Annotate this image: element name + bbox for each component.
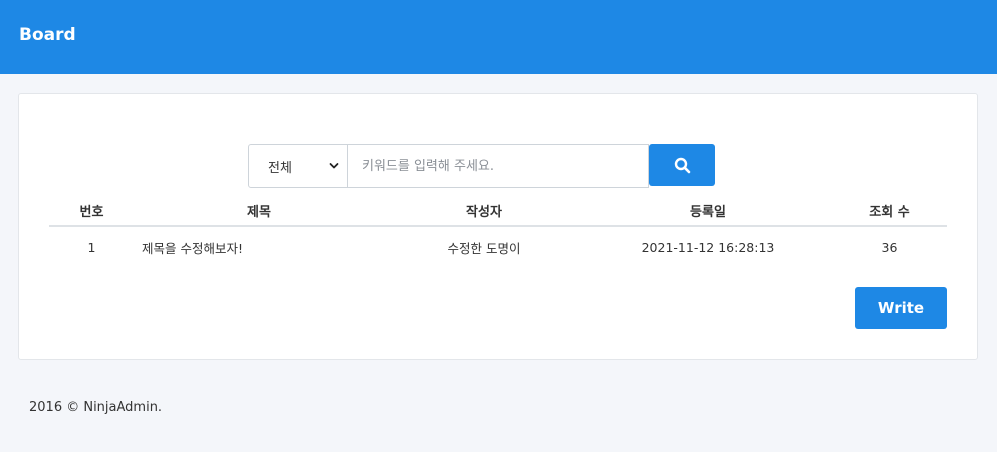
cell-views: 36 [881,239,898,255]
search-type-value: 전체 [268,160,292,176]
board-table: 번호 제목 작성자 등록일 조회 수 1 제목을 수정해보자! 수정한 도명이 … [49,196,947,267]
search-icon [674,157,690,173]
search-input[interactable] [348,144,649,188]
page-title: Board [19,25,76,45]
table-header: 번호 제목 작성자 등록일 조회 수 [49,196,947,227]
col-header-number: 번호 [79,205,104,220]
col-header-author: 작성자 [466,205,502,220]
chevron-down-icon [329,163,339,169]
search-button[interactable] [649,144,715,186]
cell-number: 1 [87,239,96,255]
cell-title-link[interactable]: 제목을 수정해보자! [134,238,384,257]
table-row[interactable]: 1 제목을 수정해보자! 수정한 도명이 2021-11-12 16:28:13… [49,227,947,267]
write-button[interactable]: Write [855,287,947,329]
col-header-views: 조회 수 [869,205,910,220]
col-header-date: 등록일 [690,205,726,220]
cell-author: 수정한 도명이 [447,240,521,256]
top-bar: Board [0,0,997,74]
cell-date: 2021-11-12 16:28:13 [641,239,775,255]
footer-copyright: 2016 © NinjaAdmin. [29,400,163,415]
search-bar: 전체 [248,144,715,188]
search-type-select[interactable]: 전체 [248,144,348,188]
board-card: 전체 번호 제목 작성자 등록일 조회 수 1 제목을 수정해보자! 수정한 도… [18,93,978,360]
col-header-title: 제목 [247,205,271,220]
